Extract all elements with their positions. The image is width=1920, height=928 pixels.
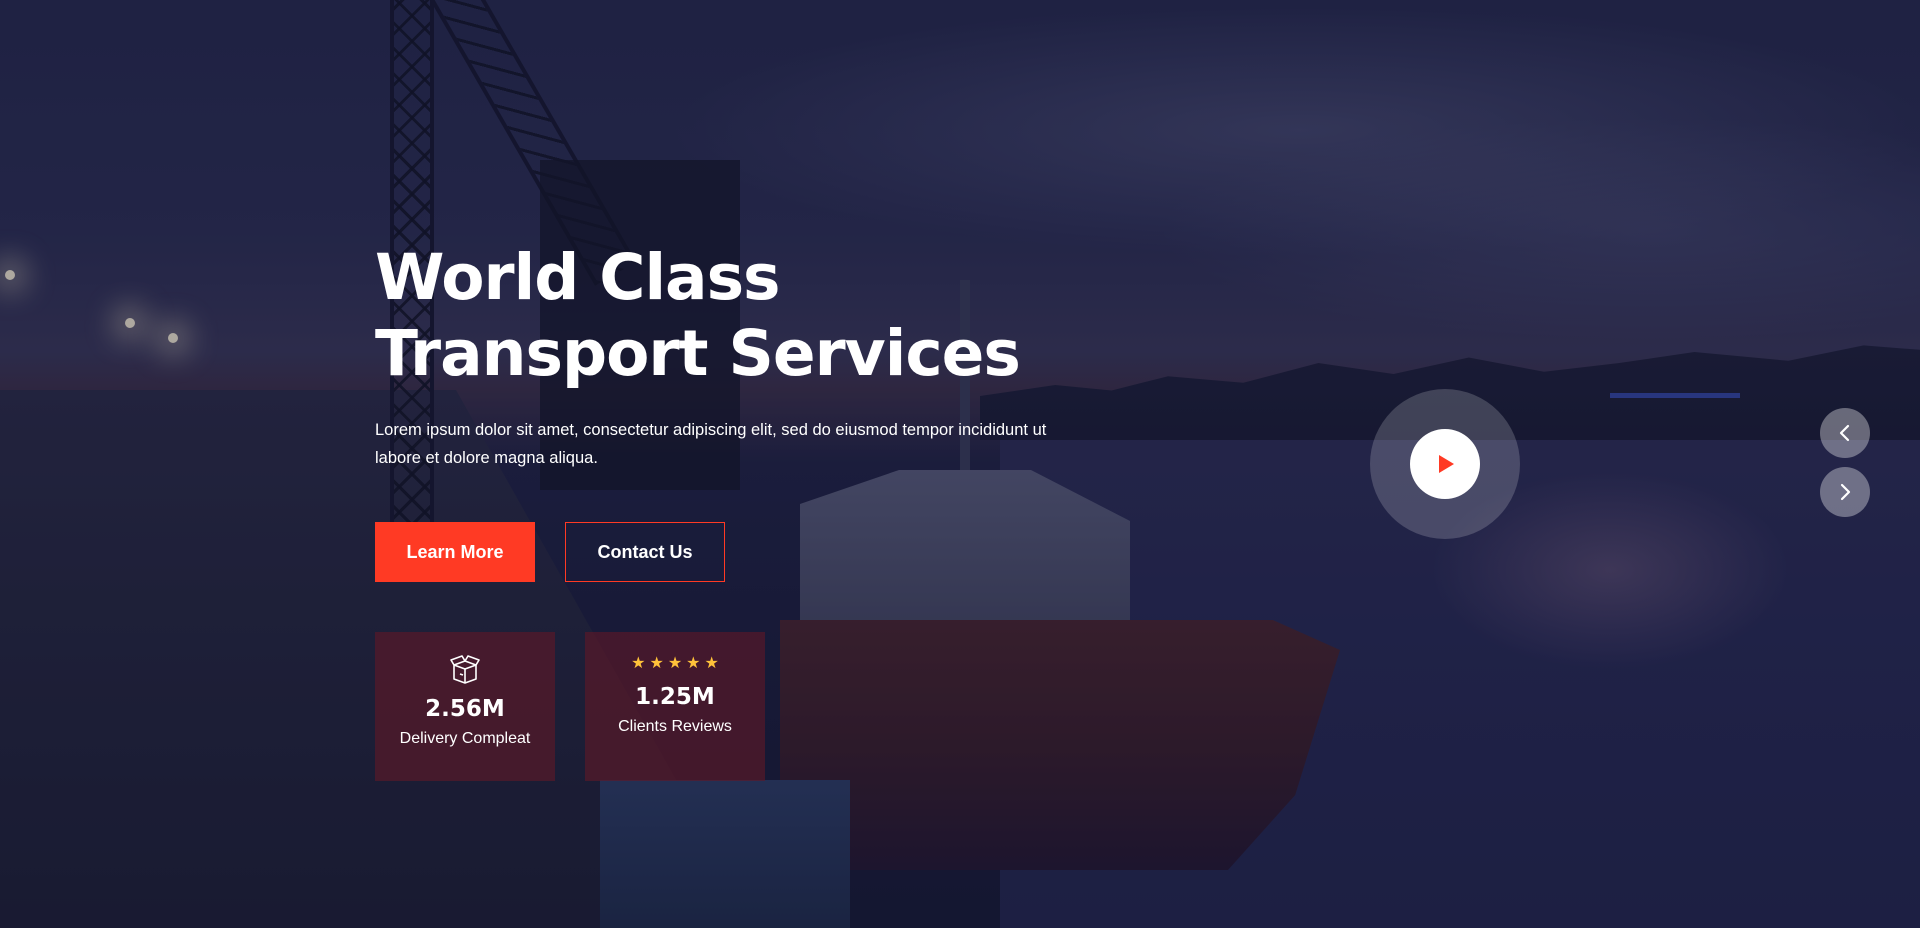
chevron-right-icon (1840, 483, 1851, 501)
hero-content: World Class Transport Services Lorem ips… (375, 240, 1075, 781)
play-button-circle[interactable] (1410, 429, 1480, 499)
rating-stars: ★ ★ ★ ★ ★ (631, 656, 719, 672)
stat-label: Clients Reviews (618, 718, 732, 735)
video-play-button[interactable] (1370, 389, 1520, 539)
hero-section: World Class Transport Services Lorem ips… (0, 0, 1920, 928)
play-icon (1439, 455, 1454, 473)
slider-prev-button[interactable] (1820, 408, 1870, 458)
hero-subtitle: Lorem ipsum dolor sit amet, consectetur … (375, 421, 1047, 467)
slider-next-button[interactable] (1820, 467, 1870, 517)
star-icon: ★ (667, 655, 683, 672)
stats-row: 2.56M Delivery Compleat ★ ★ ★ ★ ★ 1.25M … (375, 632, 1075, 781)
learn-more-button[interactable]: Learn More (375, 522, 535, 582)
contact-us-button[interactable]: Contact Us (565, 522, 725, 582)
star-icon: ★ (686, 655, 701, 672)
hero-title: World Class Transport Services (375, 241, 1021, 390)
stat-value: 1.25M (635, 684, 715, 710)
stat-card-reviews: ★ ★ ★ ★ ★ 1.25M Clients Reviews (585, 632, 765, 781)
star-icon: ★ (704, 655, 719, 672)
stat-value: 2.56M (425, 696, 505, 722)
package-icon (450, 652, 480, 686)
chevron-left-icon (1839, 424, 1850, 442)
star-icon: ★ (631, 655, 646, 672)
stat-label: Delivery Compleat (399, 730, 531, 747)
stat-card-deliveries: 2.56M Delivery Compleat (375, 632, 555, 781)
hero-buttons: Learn More Contact Us (375, 522, 1075, 582)
star-icon: ★ (649, 655, 664, 672)
